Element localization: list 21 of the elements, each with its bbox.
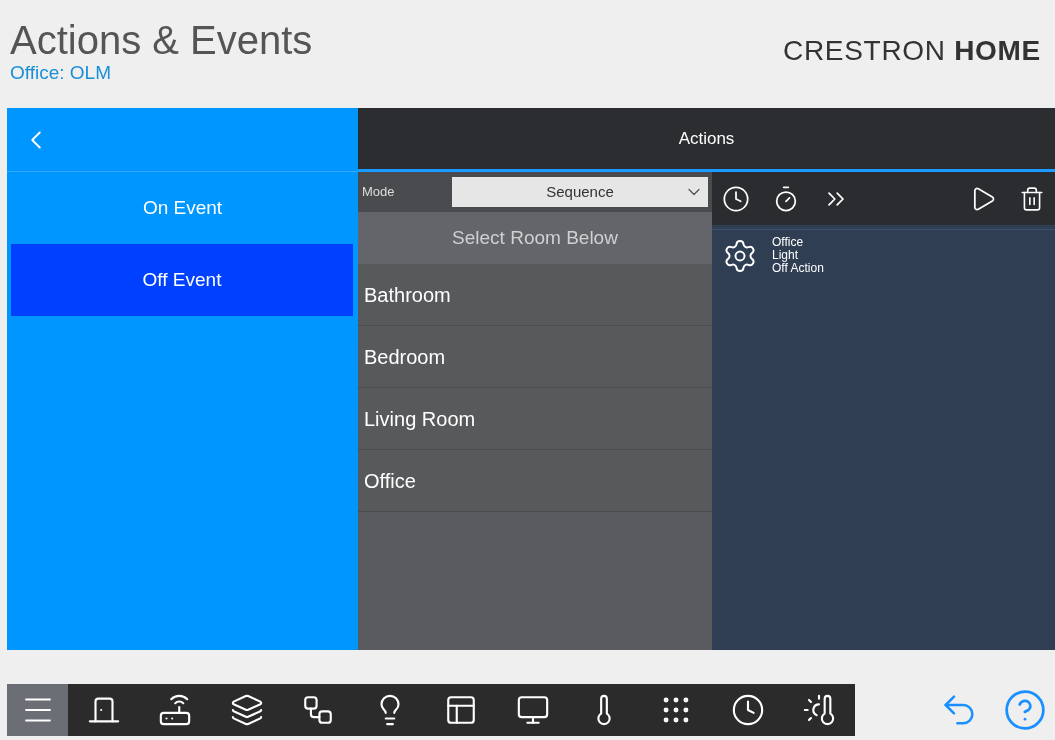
action-item[interactable]: Office Light Off Action bbox=[712, 229, 1055, 281]
action-text: Off Action bbox=[772, 262, 824, 275]
gear-icon bbox=[722, 237, 758, 274]
thermostat-icon[interactable] bbox=[802, 693, 837, 727]
help-icon[interactable] bbox=[1003, 688, 1047, 732]
mode-label: Mode bbox=[362, 183, 396, 202]
router-icon[interactable] bbox=[158, 693, 193, 727]
actions-header: Actions bbox=[358, 108, 1055, 172]
room-subtitle: Office: OLM bbox=[10, 62, 112, 84]
mode-dropdown[interactable]: Sequence bbox=[452, 177, 708, 207]
action-text: Office bbox=[772, 236, 805, 249]
clock-icon[interactable] bbox=[730, 693, 765, 727]
stack-icon[interactable] bbox=[229, 693, 264, 727]
room-list-header: Select Room Below bbox=[358, 212, 712, 264]
menu-button[interactable] bbox=[7, 684, 68, 736]
event-item[interactable]: Off Event bbox=[11, 244, 353, 316]
action-text: Light bbox=[772, 249, 800, 262]
trash-icon[interactable] bbox=[1019, 185, 1045, 212]
tv-icon[interactable] bbox=[515, 693, 550, 727]
page-title: Actions & Events bbox=[10, 18, 313, 62]
brand-logo: CRESTRON HOME bbox=[783, 34, 1042, 68]
